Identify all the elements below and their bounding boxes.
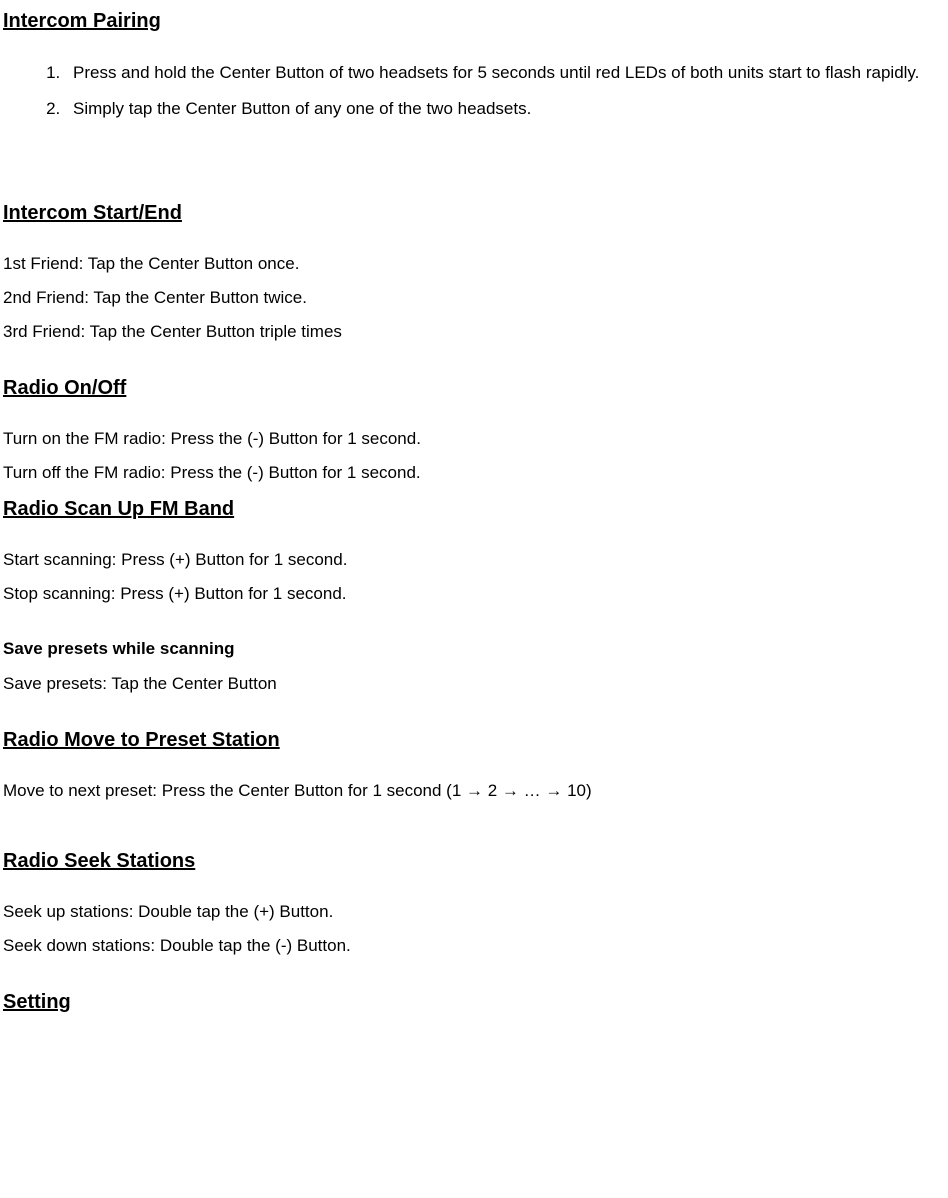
radio-seek-heading: Radio Seek Stations xyxy=(3,850,945,873)
body-text: Turn on the FM radio: Press the (-) Butt… xyxy=(3,422,945,456)
body-text: Seek down stations: Double tap the (-) B… xyxy=(3,929,945,963)
body-text: Start scanning: Press (+) Button for 1 s… xyxy=(3,543,945,577)
setting-heading: Setting xyxy=(3,991,945,1014)
body-text: Move to next preset: Press the Center Bu… xyxy=(3,774,945,808)
save-presets-heading: Save presets while scanning xyxy=(3,639,945,659)
intercom-pairing-list: Press and hold the Center Button of two … xyxy=(65,55,945,126)
body-text: 1st Friend: Tap the Center Button once. xyxy=(3,247,945,281)
body-text: Save presets: Tap the Center Button xyxy=(3,667,945,701)
body-text: 2nd Friend: Tap the Center Button twice. xyxy=(3,281,945,315)
radio-scan-heading: Radio Scan Up FM Band xyxy=(3,498,945,521)
list-item: Simply tap the Center Button of any one … xyxy=(65,91,945,127)
body-text: Turn off the FM radio: Press the (-) But… xyxy=(3,456,945,490)
body-text: Stop scanning: Press (+) Button for 1 se… xyxy=(3,577,945,611)
body-text: 3rd Friend: Tap the Center Button triple… xyxy=(3,315,945,349)
list-item: Press and hold the Center Button of two … xyxy=(65,55,945,91)
radio-on-off-heading: Radio On/Off xyxy=(3,377,945,400)
body-text: Seek up stations: Double tap the (+) But… xyxy=(3,895,945,929)
radio-move-preset-heading: Radio Move to Preset Station xyxy=(3,729,945,752)
intercom-pairing-heading: Intercom Pairing xyxy=(3,10,945,33)
intercom-start-end-heading: Intercom Start/End xyxy=(3,202,945,225)
